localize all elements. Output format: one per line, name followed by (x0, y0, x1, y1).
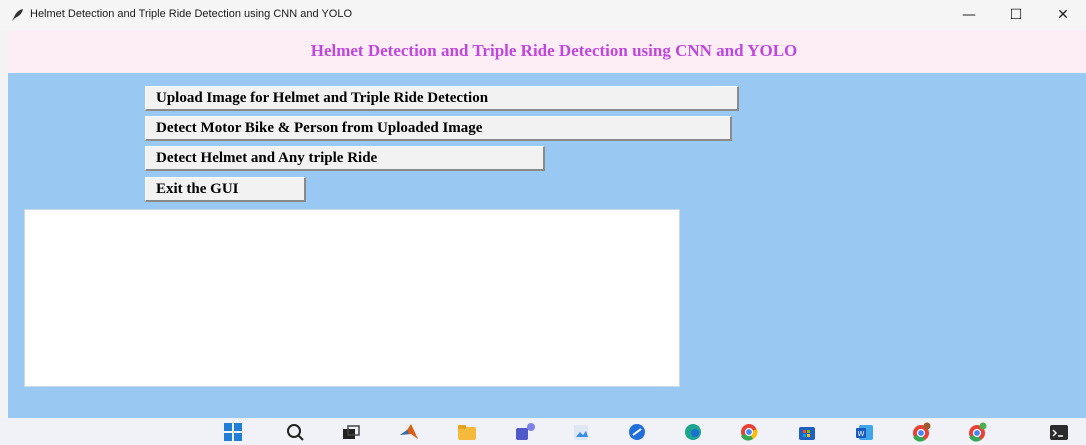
page-title: Helmet Detection and Triple Ride Detecti… (310, 41, 798, 60)
windows-start-icon[interactable] (222, 422, 244, 442)
detect-bike-person-button[interactable]: Detect Motor Bike & Person from Uploaded… (145, 116, 732, 141)
word-icon[interactable]: W (854, 422, 876, 442)
teams-icon[interactable] (514, 422, 536, 442)
close-button[interactable]: ✕ (1040, 0, 1086, 30)
output-text-area[interactable] (24, 209, 680, 387)
feather-icon (12, 9, 23, 21)
svg-text:W: W (858, 430, 865, 438)
chrome-profile-icon-2[interactable] (966, 422, 988, 442)
detect-helmet-triple-ride-button[interactable]: Detect Helmet and Any triple Ride (145, 146, 545, 171)
file-explorer-icon[interactable] (456, 422, 478, 442)
chrome-profile-icon[interactable] (910, 422, 932, 442)
chrome-icon[interactable] (738, 422, 760, 442)
browser-icon[interactable] (626, 422, 648, 442)
matlab-icon[interactable] (398, 422, 420, 442)
maximize-button[interactable]: ☐ (993, 0, 1039, 30)
minimize-button[interactable]: — (946, 0, 992, 30)
upload-image-button[interactable]: Upload Image for Helmet and Triple Ride … (145, 86, 739, 111)
window-title: Helmet Detection and Triple Ride Detecti… (30, 8, 353, 20)
image-viewer-icon[interactable] (570, 422, 592, 442)
app-window: Helmet Detection and Triple Ride Detecti… (8, 30, 1086, 418)
task-view-icon[interactable] (340, 422, 362, 442)
header-band: Helmet Detection and Triple Ride Detecti… (8, 30, 1086, 73)
window-edge (0, 30, 8, 418)
exit-button[interactable]: Exit the GUI (145, 177, 306, 202)
search-icon[interactable] (284, 422, 306, 442)
title-bar: Helmet Detection and Triple Ride Detecti… (0, 0, 1086, 30)
store-icon[interactable] (796, 422, 818, 442)
terminal-icon[interactable] (1048, 422, 1070, 442)
taskbar: W (0, 418, 1086, 445)
edge-icon[interactable] (682, 422, 704, 442)
